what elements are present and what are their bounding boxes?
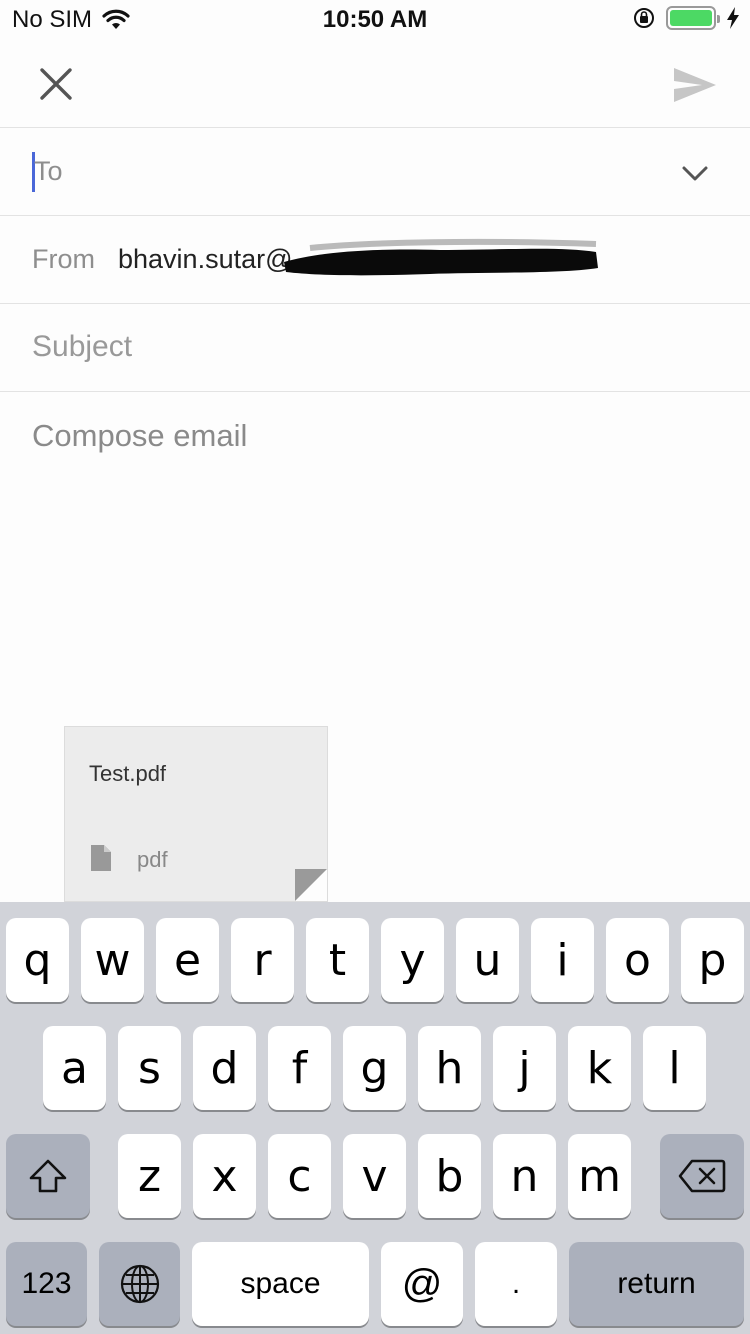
battery-level (670, 10, 712, 26)
to-field-row[interactable]: To (0, 128, 750, 216)
key-u[interactable]: u (456, 918, 519, 1002)
key-m[interactable]: m (568, 1134, 631, 1218)
status-bar: No SIM 10:50 AM (0, 0, 750, 40)
status-right (632, 6, 740, 30)
key-c[interactable]: c (268, 1134, 331, 1218)
at-key[interactable]: @ (381, 1242, 463, 1326)
shift-icon (29, 1159, 67, 1193)
key-l[interactable]: l (643, 1026, 706, 1110)
key-x[interactable]: x (193, 1134, 256, 1218)
keyboard: q w e r t y u i o p a s d f g h j k l z … (0, 902, 750, 1334)
key-z[interactable]: z (118, 1134, 181, 1218)
from-field-row[interactable]: From bhavin.sutar@ (0, 216, 750, 304)
key-y[interactable]: y (381, 918, 444, 1002)
file-icon (91, 845, 111, 871)
chevron-down-icon[interactable] (680, 158, 710, 188)
key-s[interactable]: s (118, 1026, 181, 1110)
attachment-card[interactable]: Test.pdf pdf (64, 726, 328, 902)
subject-field-row[interactable]: Subject (0, 304, 750, 392)
return-key[interactable]: return (569, 1242, 744, 1326)
key-r[interactable]: r (231, 918, 294, 1002)
key-h[interactable]: h (418, 1026, 481, 1110)
globe-key[interactable] (99, 1242, 180, 1326)
page-fold-icon (295, 869, 327, 901)
key-v[interactable]: v (343, 1134, 406, 1218)
orientation-lock-icon (634, 8, 654, 28)
key-n[interactable]: n (493, 1134, 556, 1218)
compose-toolbar (0, 40, 750, 128)
subject-input[interactable]: Subject (32, 330, 132, 364)
compose-body-input[interactable]: Compose email (32, 418, 247, 454)
send-icon[interactable] (670, 60, 720, 110)
redaction-mark (284, 238, 598, 276)
key-t[interactable]: t (306, 918, 369, 1002)
period-key[interactable]: . (475, 1242, 557, 1326)
key-d[interactable]: d (193, 1026, 256, 1110)
key-i[interactable]: i (531, 918, 594, 1002)
key-k[interactable]: k (568, 1026, 631, 1110)
key-w[interactable]: w (81, 918, 144, 1002)
key-q[interactable]: q (6, 918, 69, 1002)
to-label: To (34, 156, 63, 186)
backspace-icon (678, 1159, 726, 1193)
backspace-key[interactable] (660, 1134, 744, 1218)
charging-icon (727, 7, 739, 29)
key-p[interactable]: p (681, 918, 744, 1002)
battery-icon (666, 6, 720, 30)
close-icon[interactable] (34, 62, 78, 106)
numbers-key[interactable]: 123 (6, 1242, 87, 1326)
key-o[interactable]: o (606, 918, 669, 1002)
key-b[interactable]: b (418, 1134, 481, 1218)
key-j[interactable]: j (493, 1026, 556, 1110)
globe-icon (120, 1264, 159, 1304)
key-e[interactable]: e (156, 918, 219, 1002)
key-a[interactable]: a (43, 1026, 106, 1110)
from-email-value: bhavin.sutar@ (118, 244, 293, 274)
key-g[interactable]: g (343, 1026, 406, 1110)
from-label: From (32, 244, 95, 274)
attachment-file-name: Test.pdf (89, 761, 167, 786)
shift-key[interactable] (6, 1134, 90, 1218)
key-f[interactable]: f (268, 1026, 331, 1110)
space-key[interactable]: space (192, 1242, 369, 1326)
attachment-file-type: pdf (137, 847, 168, 872)
